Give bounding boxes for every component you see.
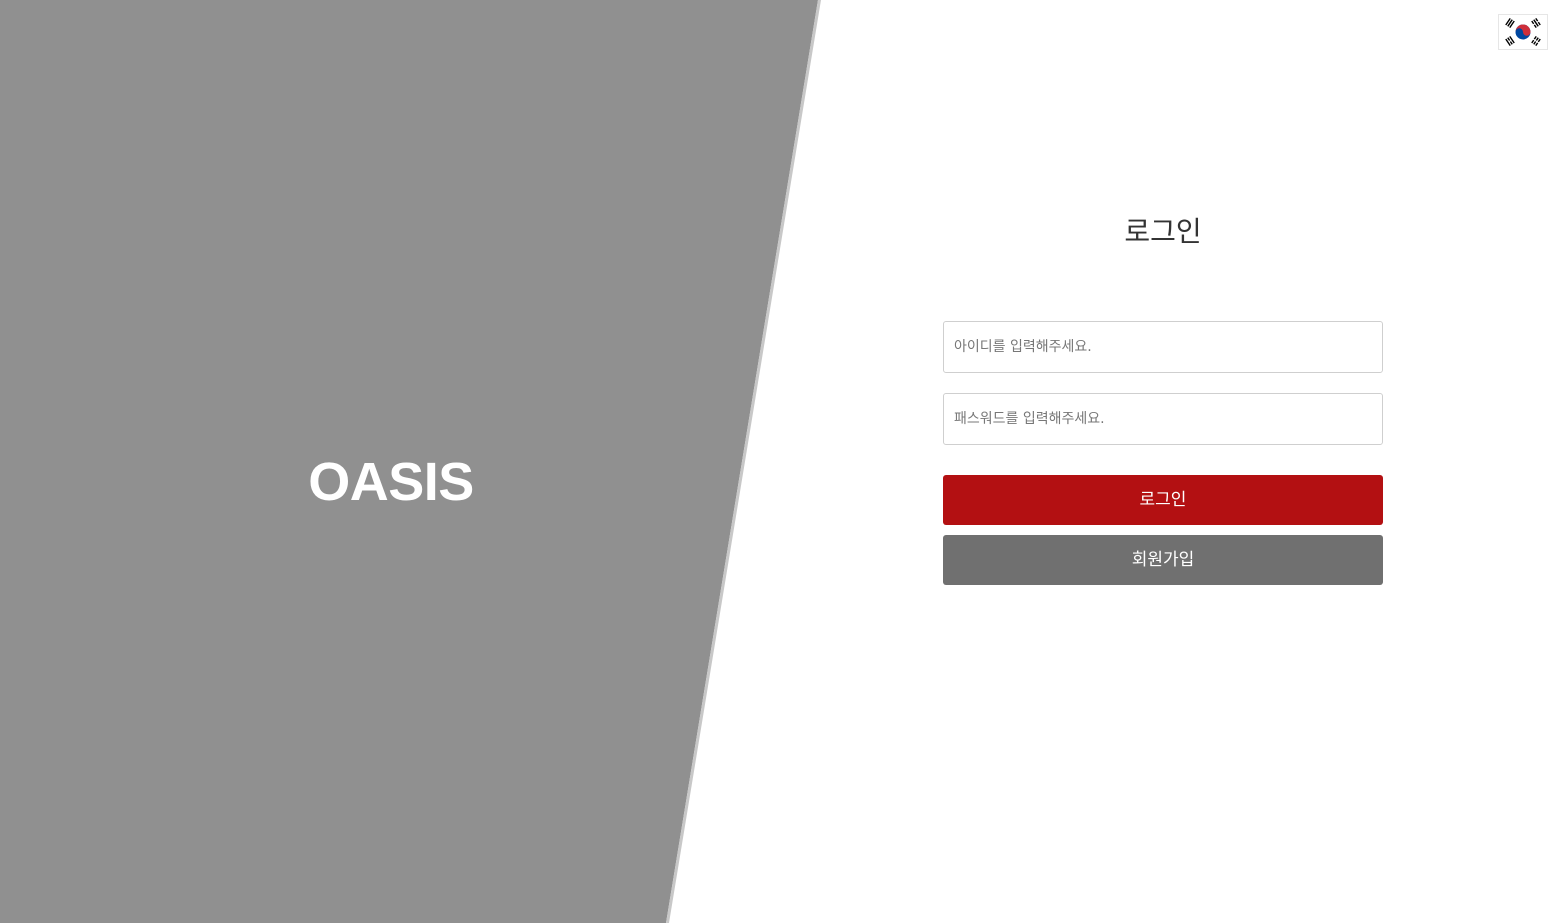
login-title: 로그인: [1124, 215, 1202, 248]
south-korea-flag-icon: [1499, 15, 1547, 49]
signup-button[interactable]: 회원가입: [943, 535, 1383, 585]
login-page: OASIS 로그인 아이디를 입력해주세요. 로그인 회원가입: [0, 0, 1565, 923]
brand-logo: OASIS: [308, 452, 474, 512]
language-selector-button[interactable]: [1498, 14, 1548, 50]
password-input[interactable]: [943, 393, 1383, 445]
brand-panel: [0, 0, 818, 923]
user-id-input[interactable]: [943, 321, 1383, 373]
login-button[interactable]: 로그인: [943, 475, 1383, 525]
